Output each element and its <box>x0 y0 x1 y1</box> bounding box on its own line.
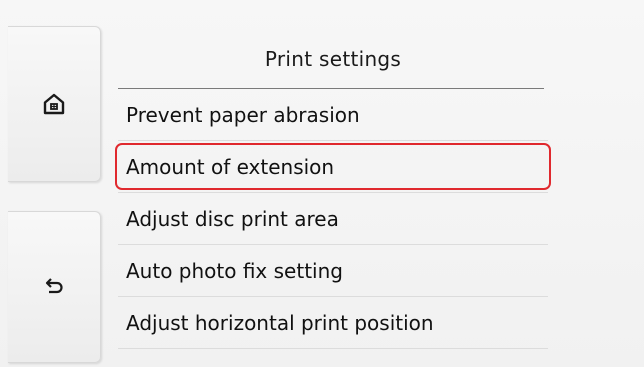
menu-item-prevent-paper-abrasion[interactable]: Prevent paper abrasion <box>118 89 548 141</box>
settings-menu: Prevent paper abrasion Amount of extensi… <box>115 89 551 349</box>
back-button[interactable] <box>8 211 101 363</box>
home-button[interactable] <box>8 26 101 182</box>
home-icon <box>43 93 65 115</box>
menu-item-adjust-horizontal-print-position[interactable]: Adjust horizontal print position <box>118 297 548 349</box>
menu-item-amount-of-extension[interactable]: Amount of extension <box>115 141 551 193</box>
settings-panel: Print settings Prevent paper abrasion Am… <box>115 30 551 349</box>
panel-title: Print settings <box>264 47 402 71</box>
menu-item-auto-photo-fix-setting[interactable]: Auto photo fix setting <box>118 245 548 297</box>
menu-item-adjust-disc-print-area[interactable]: Adjust disc print area <box>118 193 548 245</box>
back-arrow-icon <box>44 278 64 296</box>
printer-screen: Print settings Prevent paper abrasion Am… <box>0 0 644 367</box>
